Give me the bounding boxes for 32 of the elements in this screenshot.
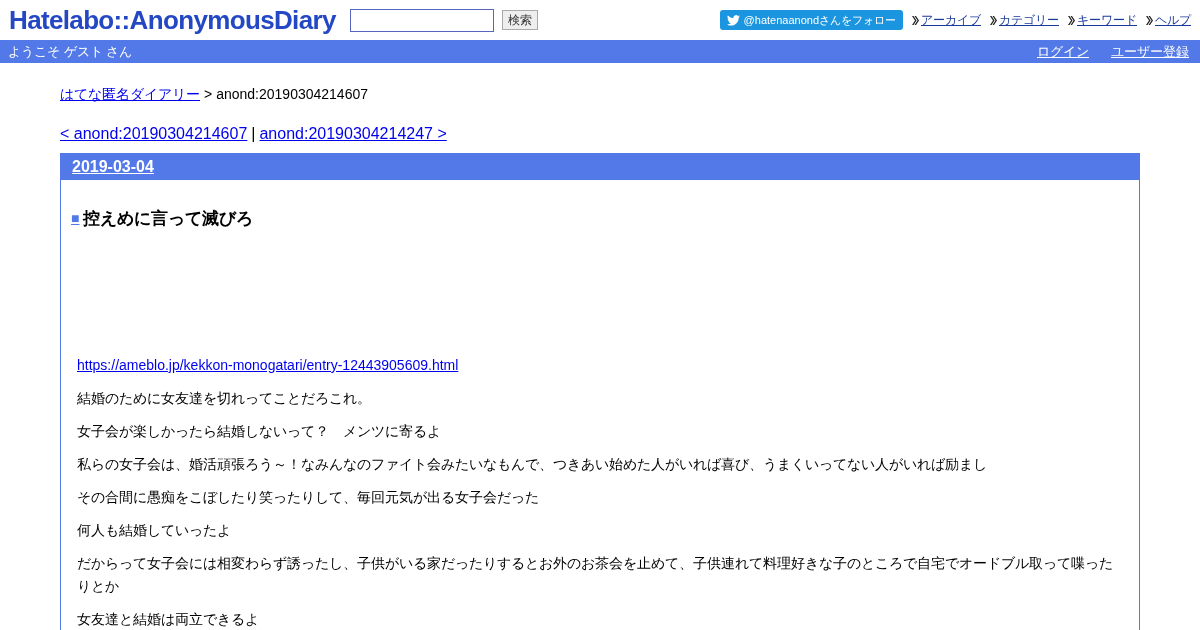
site-logo[interactable]: Hatelabo::AnonymousDiary bbox=[9, 7, 336, 33]
account-link[interactable]: ログイン bbox=[1037, 41, 1089, 62]
account-link[interactable]: ユーザー登録 bbox=[1111, 41, 1189, 62]
chevron-icon bbox=[1146, 15, 1153, 25]
next-link[interactable]: anond:20190304214247 > bbox=[259, 122, 447, 146]
search-button[interactable]: 検索 bbox=[501, 10, 538, 30]
reference-link[interactable]: https://ameblo.jp/kekkon-monogatari/entry-12443905609.html bbox=[77, 356, 459, 373]
entry-paragraph: 私らの女子会は、婚活頑張ろう～！なみんなのファイト会みたいなもんで、つきあい始めた人がいれば喜び、うまくいってない人がいれば励まし bbox=[77, 454, 988, 474]
breadcrumb-separator: > bbox=[204, 85, 213, 104]
nav-link[interactable]: カテゴリー bbox=[999, 11, 1059, 29]
entry-title: 控えめに言って滅びろ bbox=[83, 208, 254, 230]
nav-link[interactable]: キーワード bbox=[1077, 11, 1137, 29]
entry-paragraph: 何人も結婚していったよ bbox=[77, 520, 232, 540]
breadcrumb-current: anond:20190304214607 bbox=[216, 85, 368, 104]
entry-paragraph: だからって女子会には相変わらず誘ったし、子供がいる家だったりするとお外のお茶会を止めて、子供連れて料理好きな子のところで自宅でオードブル取って喋ったりとか bbox=[77, 553, 1114, 596]
breadcrumb-link[interactable]: はてな匿名ダイアリー bbox=[60, 84, 200, 105]
chevron-icon bbox=[912, 15, 919, 25]
welcome-text: ようこそ ゲスト さん bbox=[8, 42, 133, 61]
entry-mark-link[interactable]: ■ bbox=[71, 208, 80, 230]
date-link[interactable]: 2019-03-04 bbox=[72, 155, 154, 179]
chevron-icon bbox=[1068, 15, 1075, 25]
entry-paragraph: 結婚のために女友達を切れってことだろこれ。 bbox=[77, 388, 372, 408]
bird-icon bbox=[726, 14, 740, 26]
nav-link[interactable]: ヘルプ bbox=[1155, 11, 1191, 29]
previous-link[interactable]: < anond:20190304214607 bbox=[60, 122, 248, 146]
entry-paragraph: 女子会が楽しかったら結婚しないって？ メンツに寄るよ bbox=[77, 421, 442, 441]
entry-paragraph: 女友達と結婚は両立できるよ bbox=[77, 609, 260, 629]
nav-link[interactable]: アーカイブ bbox=[921, 11, 981, 29]
pager-separator: | bbox=[251, 124, 256, 144]
entry-paragraph: その合間に愚痴をこぼしたり笑ったりして、毎回元気が出る女子会だった bbox=[77, 487, 540, 507]
search-field[interactable] bbox=[349, 8, 494, 32]
chevron-icon bbox=[990, 15, 997, 25]
